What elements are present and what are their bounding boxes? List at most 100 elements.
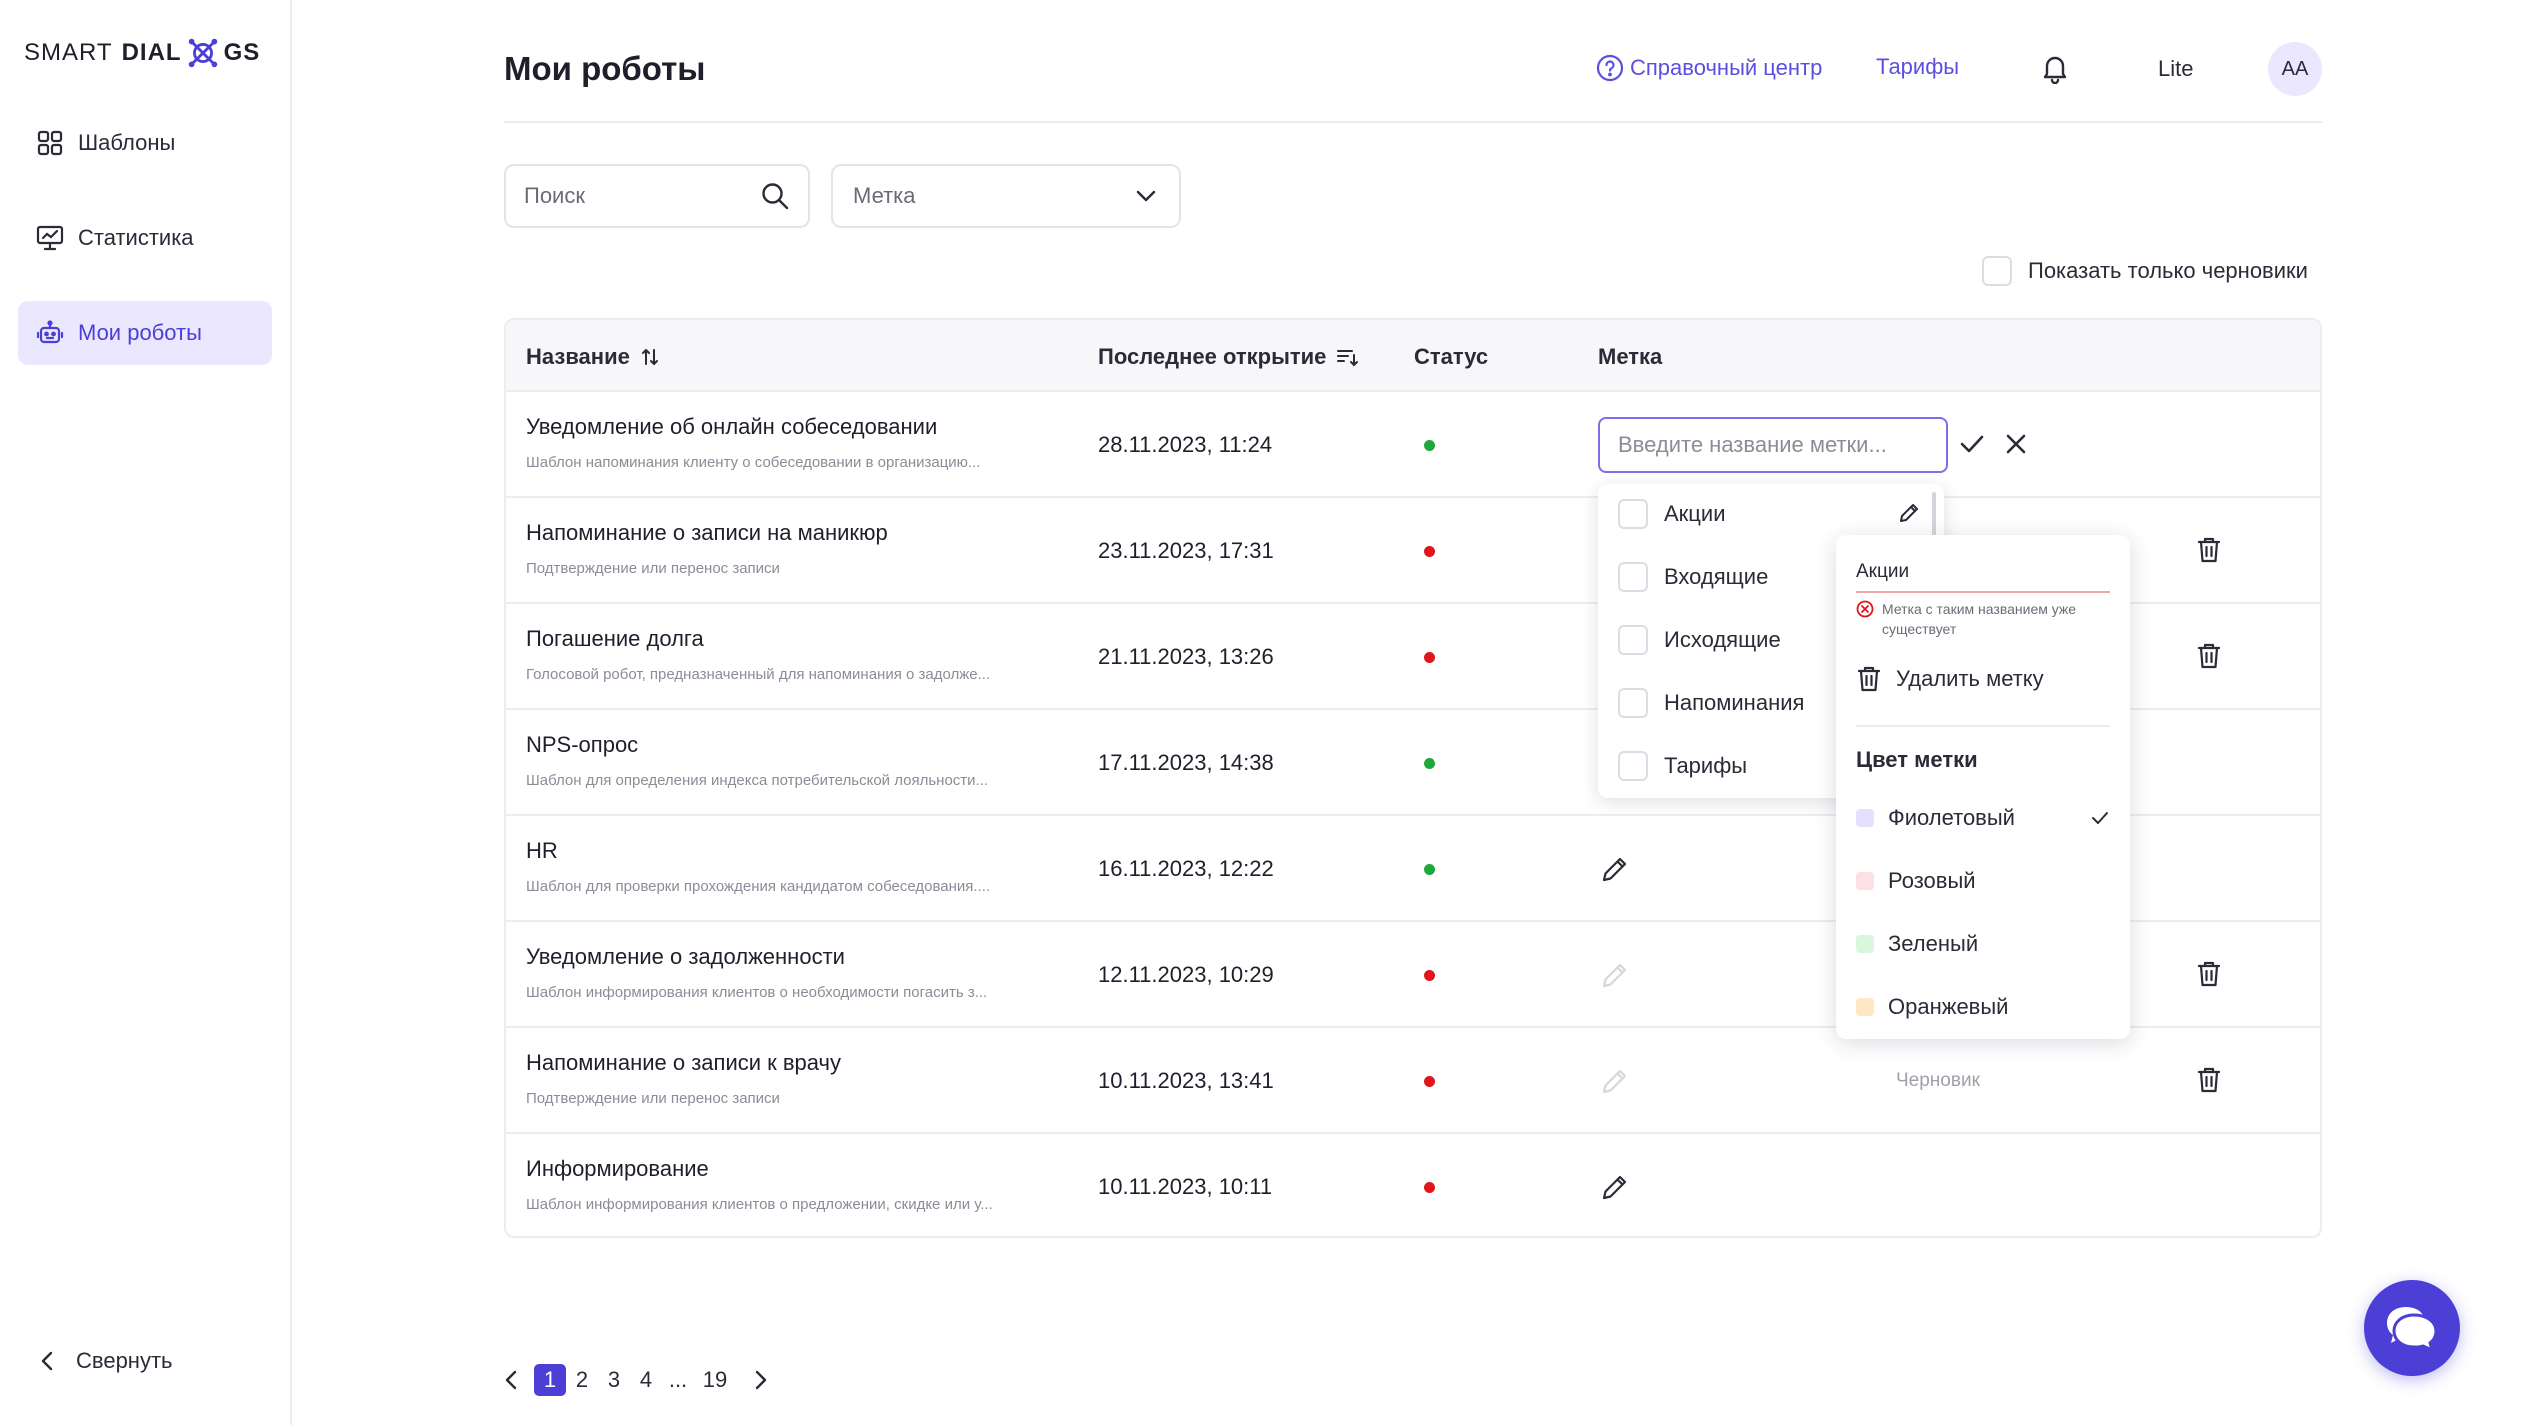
robot-description: Голосовой робот, предназначенный для нап… [526,666,991,683]
drafts-only-checkbox[interactable] [1982,256,2012,286]
sidebar: SMART DIAL GS Шаблоны Статистика Мои роб… [0,0,292,1425]
tariffs-link[interactable]: Тарифы [1876,54,1959,80]
sort-arrows-icon[interactable] [640,347,660,367]
tag-option-checkbox[interactable] [1618,751,1648,781]
logo-text-right-b: GS [223,39,261,66]
column-label: Название [526,344,630,369]
edit-tag-button[interactable] [1898,502,1920,529]
drafts-only-toggle[interactable]: Показать только черновики [1982,256,2308,286]
tag-color-option[interactable]: Фиолетовый [1856,800,2110,836]
edit-tag-pencil-icon[interactable] [1600,1172,1630,1207]
error-circle-icon [1856,600,1874,618]
tag-option[interactable]: Исходящие [1618,620,1781,660]
robot-title[interactable]: Информирование [526,1156,1066,1182]
page-button-last[interactable]: 19 [694,1364,736,1396]
tag-name-error: Метка с таким названием уже существует [1856,599,2116,639]
column-header-last-opened[interactable]: Последнее открытие [1098,344,1359,370]
tag-name-error-text: Метка с таким названием уже существует [1882,601,2077,637]
delete-robot-trash-icon[interactable] [2196,960,2222,993]
page-button-2[interactable]: 2 [566,1364,598,1396]
search-input[interactable] [524,183,760,209]
grid-icon [36,129,64,157]
sort-lines-icon[interactable] [1336,347,1359,367]
tag-color-option[interactable]: Зеленый [1856,926,2110,962]
delete-tag-button[interactable]: Удалить метку [1856,665,2044,693]
robot-name-cell: Уведомление об онлайн собеседовании Шабл… [526,414,1066,471]
robot-name-cell: HR Шаблон для проверки прохождения канди… [526,838,1066,895]
robot-title[interactable]: Напоминание о записи на маникюр [526,520,1066,546]
tag-rename-field[interactable]: Акции [1856,561,2110,593]
collapse-sidebar-button[interactable]: Свернуть [40,1348,173,1374]
robot-description: Шаблон для определения индекса потребите… [526,772,989,789]
tag-option[interactable]: Входящие [1618,557,1768,597]
chat-bubbles-icon [2387,1307,2438,1353]
robot-title[interactable]: HR [526,838,1066,864]
draft-label: Черновик [1896,1070,1980,1091]
robot-title[interactable]: Уведомление об онлайн собеседовании [526,414,1066,440]
tag-option-label: Напоминания [1664,690,1805,715]
chevron-right-icon [755,1370,767,1390]
sidebar-item-statistics[interactable]: Статистика [18,206,272,270]
edit-tag-pencil-icon[interactable] [1600,960,1630,995]
tag-option[interactable]: Напоминания [1618,683,1804,723]
tag-color-option[interactable]: Оранжевый [1856,989,2110,1025]
status-indicator [1424,440,1435,451]
help-center-label: Справочный центр [1630,55,1823,80]
color-swatch [1856,935,1874,953]
color-swatch [1856,998,1874,1016]
status-indicator [1424,758,1435,769]
check-icon [2092,812,2108,824]
table-row[interactable]: Информирование Шаблон информирования кли… [506,1134,2320,1236]
delete-tag-label: Удалить метку [1896,666,2044,691]
edit-tag-pencil-icon[interactable] [1600,1066,1630,1101]
sidebar-item-my-robots[interactable]: Мои роботы [18,301,272,365]
help-center-link[interactable]: Справочный центр [1596,54,1822,82]
robot-title[interactable]: Погашение долга [526,626,1066,652]
confirm-tag-button[interactable] [1958,430,1986,463]
column-header-name[interactable]: Название [526,344,660,370]
robot-description: Шаблон информирования клиентов о предлож… [526,1196,993,1213]
header-divider [504,121,2322,123]
tag-option[interactable]: Тарифы [1618,746,1747,786]
tag-option-checkbox[interactable] [1618,562,1648,592]
tag-color-option[interactable]: Розовый [1856,863,2110,899]
tag-name-input[interactable] [1618,432,1928,458]
tag-option[interactable]: Акции [1618,494,1725,534]
robot-description: Шаблон для проверки прохождения кандидат… [526,878,991,895]
delete-robot-trash-icon[interactable] [2196,536,2222,569]
brand-logo[interactable]: SMART DIAL GS [24,34,260,72]
robot-title[interactable]: Уведомление о задолженности [526,944,1066,970]
page-button-4[interactable]: 4 [630,1364,662,1396]
search-box [504,164,810,228]
table-row[interactable]: Уведомление об онлайн собеседовании Шабл… [506,392,2320,498]
search-icon[interactable] [760,181,790,211]
prev-page-button[interactable] [504,1369,518,1391]
page-button-1[interactable]: 1 [534,1364,566,1396]
color-swatch [1856,809,1874,827]
robot-title[interactable]: Напоминание о записи к врачу [526,1050,1066,1076]
sidebar-item-label: Статистика [78,225,194,250]
next-page-button[interactable] [754,1369,768,1391]
tag-name-field [1598,417,1948,473]
column-header-status: Статус [1414,344,1488,370]
chevron-left-icon [505,1370,517,1390]
last-opened-date: 10.11.2023, 13:41 [1098,1068,1274,1093]
delete-robot-trash-icon[interactable] [2196,1066,2222,1099]
sidebar-item-templates[interactable]: Шаблоны [18,111,272,175]
tag-option-checkbox[interactable] [1618,625,1648,655]
robot-title[interactable]: NPS-опрос [526,732,1066,758]
chat-support-button[interactable] [2364,1280,2460,1376]
status-indicator [1424,1182,1435,1193]
notifications-bell-icon[interactable] [2040,52,2070,89]
table-row[interactable]: Напоминание о записи к врачу Подтвержден… [506,1028,2320,1134]
delete-robot-trash-icon[interactable] [2196,642,2222,675]
tag-option-checkbox[interactable] [1618,499,1648,529]
page-button-3[interactable]: 3 [598,1364,630,1396]
avatar[interactable]: AA [2268,42,2322,96]
last-opened-date: 17.11.2023, 14:38 [1098,750,1274,775]
color-label: Оранжевый [1888,994,2009,1019]
edit-tag-pencil-icon[interactable] [1600,854,1630,889]
tag-filter-select[interactable]: Метка [831,164,1181,228]
tag-option-checkbox[interactable] [1618,688,1648,718]
cancel-tag-button[interactable] [2002,430,2030,463]
